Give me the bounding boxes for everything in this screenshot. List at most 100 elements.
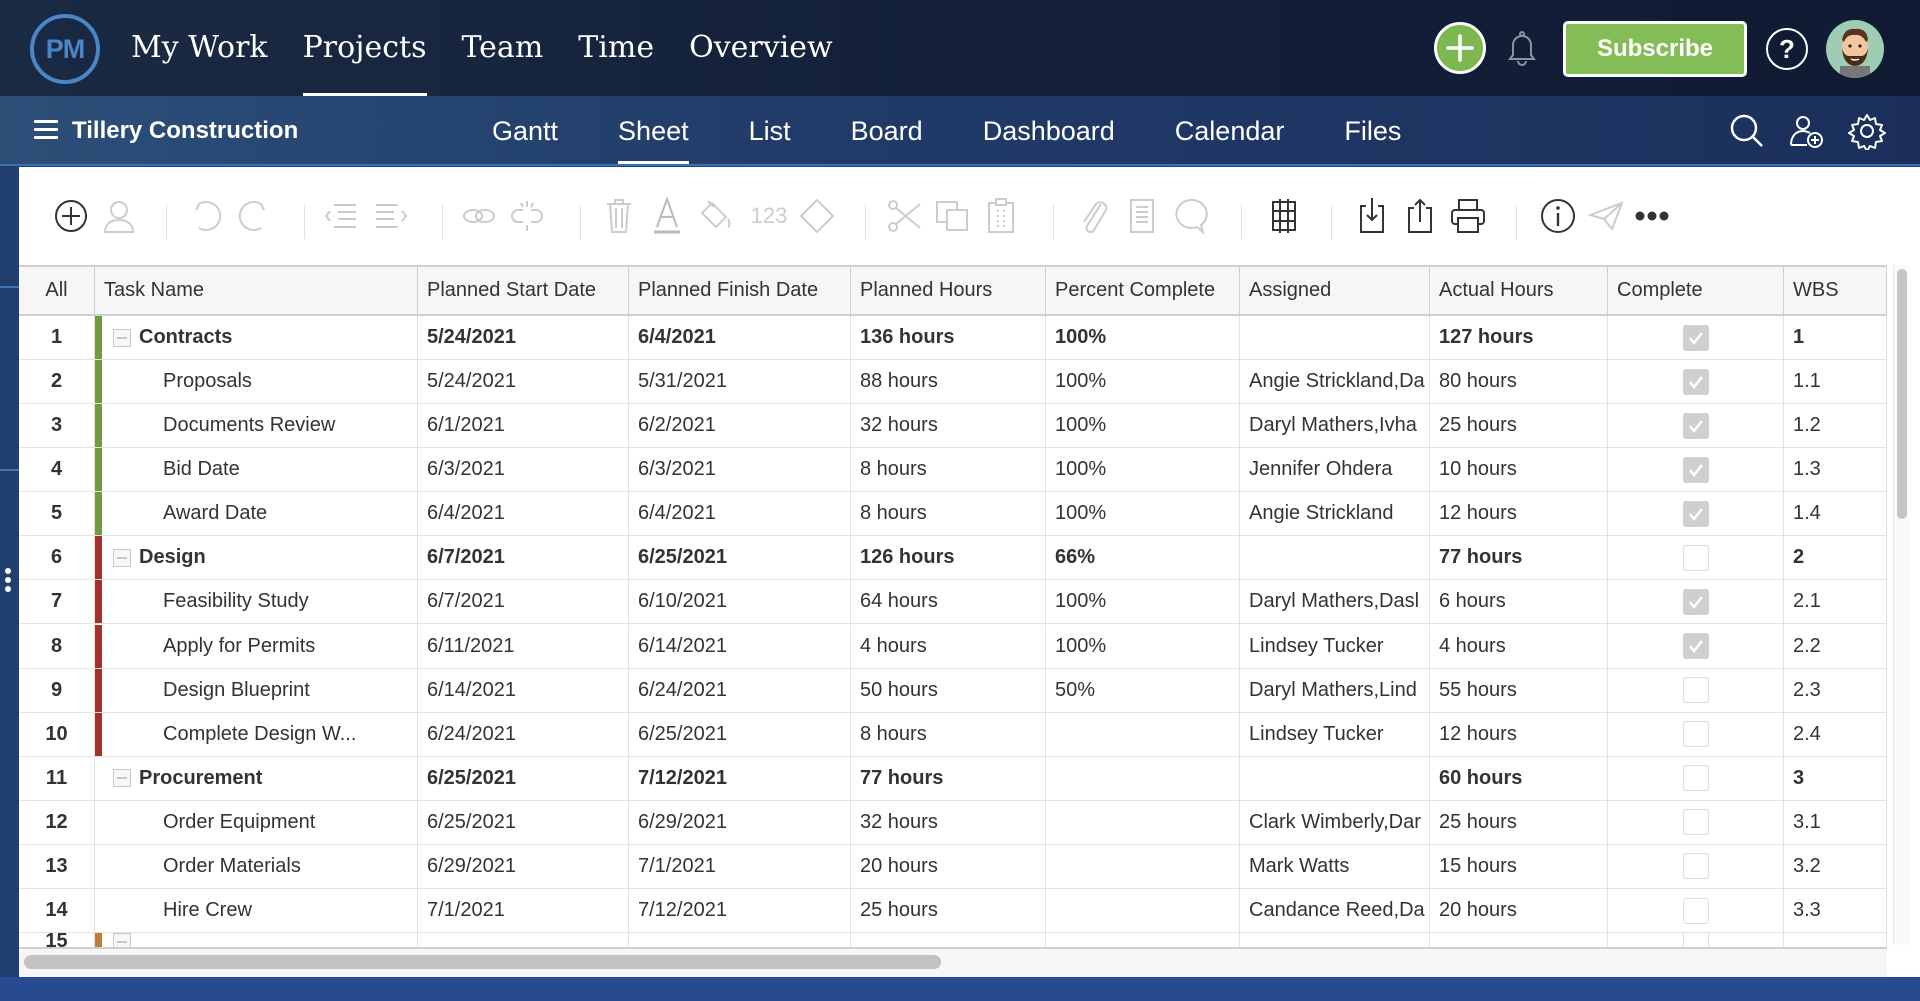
table-row[interactable]: 2 Proposals 5/24/2021 5/31/2021 88 hours 100%… <box>19 360 1887 405</box>
row-number[interactable]: 2 <box>19 360 95 404</box>
table-row[interactable]: 12 Order Equipment 6/25/2021 6/29/2021 32 ho… <box>19 800 1887 845</box>
complete-checkbox[interactable] <box>1682 633 1709 660</box>
row-number[interactable]: 13 <box>19 844 95 888</box>
col-planned-start[interactable]: Planned Start Date <box>418 267 629 314</box>
send-button[interactable] <box>1586 196 1626 236</box>
wbs-cell[interactable]: 3 <box>1784 756 1887 800</box>
fill-color-button[interactable] <box>696 196 736 236</box>
wbs-cell[interactable]: 2 <box>1784 536 1887 580</box>
complete-checkbox[interactable] <box>1682 544 1709 571</box>
complete-checkbox[interactable] <box>1682 500 1709 527</box>
add-task-button[interactable] <box>51 196 91 236</box>
undo-button[interactable] <box>186 196 226 236</box>
assigned-cell[interactable]: Angie Strickland,Da <box>1240 360 1430 404</box>
assigned-cell[interactable]: Lindsey Tucker <box>1240 624 1430 668</box>
complete-checkbox[interactable] <box>1682 456 1709 483</box>
more-button[interactable] <box>1632 196 1672 236</box>
assigned-cell[interactable]: Mark Watts <box>1240 844 1430 888</box>
info-button[interactable] <box>1538 196 1578 236</box>
col-actual-hours[interactable]: Actual Hours <box>1430 267 1608 314</box>
planned-hours-cell[interactable]: 8 hours <box>851 712 1046 756</box>
actual-hours-cell[interactable]: 127 hours <box>1430 316 1608 359</box>
collapse-icon[interactable] <box>113 548 131 567</box>
planned-hours-cell[interactable]: 20 hours <box>851 844 1046 888</box>
tab-dashboard[interactable]: Dashboard <box>983 96 1115 166</box>
percent-complete-cell[interactable]: 66% <box>1046 536 1240 580</box>
planned-finish-cell[interactable]: 7/1/2021 <box>629 844 851 888</box>
wbs-cell[interactable]: 1.3 <box>1784 448 1887 492</box>
planned-finish-cell[interactable]: 6/25/2021 <box>629 536 851 580</box>
row-number[interactable]: 14 <box>19 889 95 933</box>
planned-finish-cell[interactable]: 6/24/2021 <box>629 668 851 712</box>
cut-button[interactable] <box>885 196 925 236</box>
assigned-cell[interactable]: Jennifer Ohdera <box>1240 448 1430 492</box>
task-name-cell[interactable]: Complete Design W... <box>95 712 418 756</box>
task-name-cell[interactable]: Contracts <box>95 316 418 359</box>
complete-checkbox[interactable] <box>1682 809 1709 836</box>
row-number[interactable]: 10 <box>19 712 95 756</box>
row-number[interactable]: 8 <box>19 624 95 668</box>
planned-hours-cell[interactable]: 32 hours <box>851 404 1046 448</box>
percent-complete-cell[interactable]: 50% <box>1046 668 1240 712</box>
planned-hours-cell[interactable]: 64 hours <box>851 580 1046 624</box>
delete-button[interactable] <box>599 196 639 236</box>
project-title[interactable]: Tillery Construction <box>72 96 298 166</box>
tab-list[interactable]: List <box>749 96 791 166</box>
actual-hours-cell[interactable]: 77 hours <box>1430 536 1608 580</box>
task-name-cell[interactable]: Documents Review <box>95 404 418 448</box>
search-button[interactable] <box>1728 112 1766 150</box>
pm-logo[interactable]: PM <box>30 14 100 84</box>
export-button[interactable] <box>1400 196 1440 236</box>
notifications-button[interactable] <box>1502 27 1542 69</box>
complete-checkbox[interactable] <box>1682 853 1709 880</box>
tab-sheet[interactable]: Sheet <box>618 96 689 166</box>
attach-button[interactable] <box>1074 196 1114 236</box>
task-name-cell[interactable]: Order Materials <box>95 844 418 888</box>
task-name-cell[interactable]: Bid Date <box>95 448 418 492</box>
planned-start-cell[interactable]: 5/24/2021 <box>418 360 629 404</box>
row-number[interactable]: 5 <box>19 492 95 536</box>
invite-user-button[interactable] <box>1788 112 1826 150</box>
planned-start-cell[interactable]: 5/24/2021 <box>418 316 629 359</box>
add-button[interactable] <box>1434 22 1486 74</box>
assigned-cell[interactable]: Angie Strickland <box>1240 492 1430 536</box>
comment-button[interactable] <box>1171 196 1211 236</box>
percent-complete-cell[interactable]: 100% <box>1046 448 1240 492</box>
actual-hours-cell[interactable]: 4 hours <box>1430 624 1608 668</box>
planned-start-cell[interactable]: 6/11/2021 <box>418 624 629 668</box>
planned-hours-cell[interactable]: 126 hours <box>851 536 1046 580</box>
actual-hours-cell[interactable]: 25 hours <box>1430 800 1608 844</box>
table-row[interactable]: 9 Design Blueprint 6/14/2021 6/24/2021 50 ho… <box>19 668 1887 713</box>
actual-hours-cell[interactable]: 12 hours <box>1430 712 1608 756</box>
percent-complete-cell[interactable] <box>1046 800 1240 844</box>
assigned-cell[interactable]: Candance Reed,Da <box>1240 889 1430 933</box>
complete-checkbox[interactable] <box>1682 765 1709 792</box>
redo-button[interactable] <box>234 196 274 236</box>
row-number[interactable]: 9 <box>19 668 95 712</box>
complete-checkbox[interactable] <box>1682 412 1709 439</box>
percent-complete-cell[interactable]: 100% <box>1046 492 1240 536</box>
table-row[interactable]: 4 Bid Date 6/3/2021 6/3/2021 8 hours 100% Jenn… <box>19 448 1887 493</box>
planned-finish-cell[interactable]: 7/12/2021 <box>629 889 851 933</box>
planned-finish-cell[interactable]: 7/12/2021 <box>629 756 851 800</box>
indent-button[interactable] <box>370 196 410 236</box>
number-format-button[interactable]: 123 <box>744 196 794 236</box>
planned-hours-cell[interactable]: 77 hours <box>851 756 1046 800</box>
planned-finish-cell[interactable]: 6/4/2021 <box>629 316 851 359</box>
assigned-cell[interactable] <box>1240 316 1430 359</box>
col-planned-finish[interactable]: Planned Finish Date <box>629 267 851 314</box>
table-row[interactable]: 11 Procurement 6/25/2021 7/12/2021 77 hours 6… <box>19 756 1887 801</box>
table-row[interactable]: 7 Feasibility Study 6/7/2021 6/10/2021 64 ho… <box>19 580 1887 625</box>
planned-finish-cell[interactable]: 6/29/2021 <box>629 800 851 844</box>
wbs-cell[interactable]: 3.1 <box>1784 800 1887 844</box>
outdent-button[interactable] <box>322 196 362 236</box>
table-row[interactable]: 10 Complete Design W... 6/24/2021 6/25/2021… <box>19 712 1887 757</box>
planned-start-cell[interactable]: 6/3/2021 <box>418 448 629 492</box>
planned-start-cell[interactable]: 6/7/2021 <box>418 536 629 580</box>
assigned-cell[interactable]: Daryl Mathers,Lind <box>1240 668 1430 712</box>
task-name-cell[interactable]: Design Blueprint <box>95 668 418 712</box>
menu-icon[interactable] <box>34 120 58 140</box>
assign-button[interactable] <box>99 196 139 236</box>
collapse-icon[interactable] <box>113 769 131 788</box>
actual-hours-cell[interactable]: 20 hours <box>1430 889 1608 933</box>
